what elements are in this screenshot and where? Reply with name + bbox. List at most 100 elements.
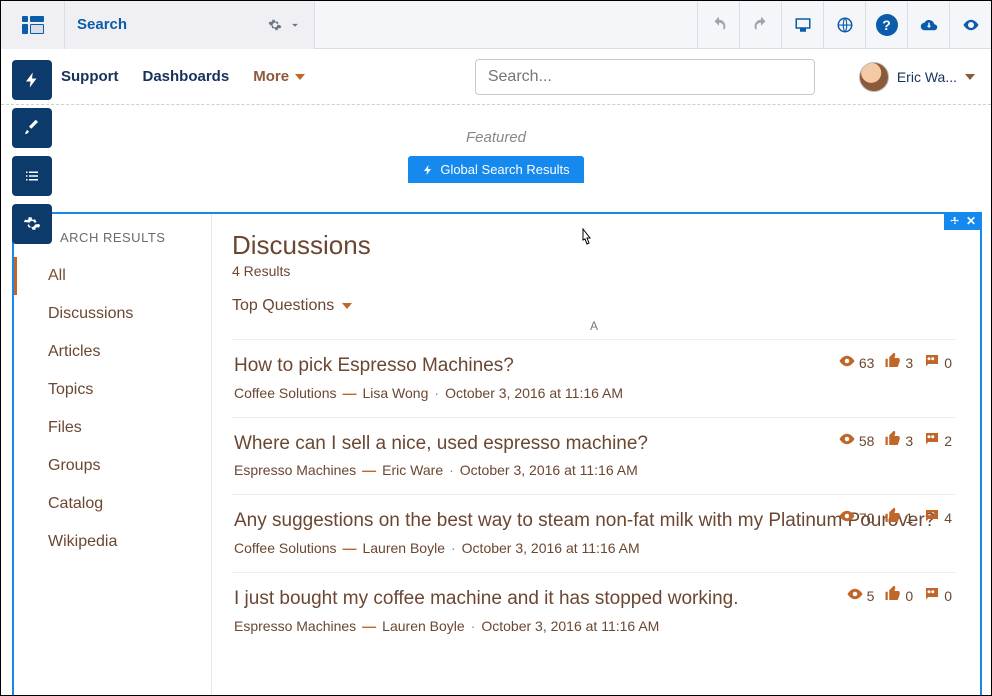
sidebar-item[interactable]: Groups [14, 447, 211, 485]
comments-stat: 2 [923, 430, 952, 452]
eye-icon [838, 352, 856, 374]
move-icon [950, 216, 960, 226]
result-stats: 500 [846, 585, 952, 607]
comments-icon [923, 430, 941, 452]
rail-lightning-button[interactable] [12, 60, 52, 100]
close-icon[interactable]: ✕ [966, 214, 976, 228]
rail-settings-button[interactable] [12, 204, 52, 244]
comments-stat: 0 [923, 352, 952, 374]
sidebar-item[interactable]: Discussions [14, 295, 211, 333]
result-meta: Espresso Machines—Eric Ware·October 3, 2… [234, 462, 950, 478]
nav-more-label: More [253, 68, 289, 85]
avatar [859, 62, 889, 92]
views-stat: 58 [838, 430, 875, 452]
sidebar-item[interactable]: Files [14, 409, 211, 447]
undo-button[interactable] [697, 1, 739, 49]
result-author: Lauren Boyle [362, 540, 445, 556]
comments-icon [923, 352, 941, 374]
rail-list-button[interactable] [12, 156, 52, 196]
result-author: Eric Ware [382, 462, 443, 478]
views-stat: 5 [846, 585, 875, 607]
results-main: Discussions 4 Results Top Questions A 63… [212, 214, 980, 695]
thumbs-up-icon [884, 507, 902, 529]
brand-logo[interactable] [1, 1, 65, 49]
result-item[interactable]: 5832Where can I sell a nice, used espres… [232, 417, 956, 495]
eye-icon [846, 585, 864, 607]
result-meta: Coffee Solutions—Lauren Boyle·October 3,… [234, 540, 950, 556]
help-button[interactable]: ? [865, 1, 907, 49]
search-input[interactable] [475, 59, 815, 95]
caret-down-icon [342, 303, 352, 309]
comments-icon [923, 507, 941, 529]
page-select-label: Search [77, 16, 127, 33]
result-date: October 3, 2016 at 11:16 AM [481, 618, 659, 634]
alpha-heading: A [232, 319, 956, 333]
comments-icon [923, 585, 941, 607]
views-stat: 70 [838, 507, 875, 529]
result-stats: 58 32 [838, 430, 952, 452]
result-community: Coffee Solutions [234, 540, 336, 556]
sidebar-item[interactable]: Catalog [14, 485, 211, 523]
result-community: Espresso Machines [234, 618, 356, 634]
sidebar-item[interactable]: Topics [14, 371, 211, 409]
result-item[interactable]: 500I just bought my coffee machine and i… [232, 572, 956, 650]
result-author: Lisa Wong [362, 385, 428, 401]
comments-stat: 4 [923, 507, 952, 529]
nav-item-support[interactable]: Support [61, 68, 119, 85]
caret-down-icon[interactable] [288, 18, 302, 32]
redo-button[interactable] [739, 1, 781, 49]
panel-handle[interactable]: ✕ [944, 212, 982, 230]
result-date: October 3, 2016 at 11:16 AM [460, 462, 638, 478]
result-community: Coffee Solutions [234, 385, 336, 401]
likes-stat: 1 [884, 507, 913, 529]
desktop-button[interactable] [781, 1, 823, 49]
caret-down-icon [965, 74, 975, 80]
result-date: October 3, 2016 at 11:16 AM [445, 385, 623, 401]
sidebar-item[interactable]: Wikipedia [14, 523, 211, 561]
sidebar-list: AllDiscussionsArticlesTopicsFilesGroupsC… [14, 257, 211, 561]
caret-down-icon [295, 74, 305, 80]
globe-button[interactable] [823, 1, 865, 49]
result-community: Espresso Machines [234, 462, 356, 478]
sidebar-item[interactable]: Articles [14, 333, 211, 371]
result-date: October 3, 2016 at 11:16 AM [462, 540, 640, 556]
nav-item-dashboards[interactable]: Dashboards [143, 68, 230, 85]
sort-label: Top Questions [232, 297, 334, 315]
results-sidebar: ARCH RESULTS AllDiscussionsArticlesTopic… [14, 214, 212, 695]
component-tab-label: Global Search Results [440, 162, 569, 177]
sort-dropdown[interactable]: Top Questions [232, 297, 956, 315]
component-tab[interactable]: Global Search Results [408, 156, 583, 183]
likes-stat: 3 [884, 352, 913, 374]
result-stats: 70 14 [838, 507, 952, 529]
result-item[interactable]: 6330How to pick Espresso Machines?Coffee… [232, 339, 956, 417]
layout-icon [22, 16, 44, 34]
result-meta: Coffee Solutions—Lisa Wong·October 3, 20… [234, 385, 950, 401]
user-name: Eric Wa... [897, 69, 957, 85]
top-bar: Search ? [1, 1, 991, 49]
eye-icon [838, 430, 856, 452]
gear-icon[interactable] [268, 18, 282, 32]
preview-button[interactable] [949, 1, 991, 49]
nav-bar: Support Dashboards More Eric Wa... [1, 49, 991, 105]
help-icon: ? [876, 14, 898, 36]
cloud-upload-button[interactable] [907, 1, 949, 49]
results-count: 4 Results [232, 263, 956, 279]
results-title: Discussions [232, 230, 956, 261]
rail-brush-button[interactable] [12, 108, 52, 148]
lightning-icon [422, 164, 434, 176]
likes-stat: 0 [884, 585, 913, 607]
results-panel: ✕ ARCH RESULTS AllDiscussionsArticlesTop… [12, 212, 982, 695]
nav-item-more[interactable]: More [253, 68, 305, 85]
likes-stat: 3 [884, 430, 913, 452]
builder-rail [12, 60, 52, 244]
result-author: Lauren Boyle [382, 618, 465, 634]
page-select-dropdown[interactable]: Search [65, 1, 315, 49]
sidebar-item[interactable]: All [14, 257, 211, 295]
result-item[interactable]: 7014Any suggestions on the best way to s… [232, 494, 956, 572]
thumbs-up-icon [884, 430, 902, 452]
result-meta: Espresso Machines—Lauren Boyle·October 3… [234, 618, 950, 634]
result-title: I just bought my coffee machine and it h… [234, 587, 950, 612]
results-list: 6330How to pick Espresso Machines?Coffee… [232, 339, 956, 650]
views-stat: 63 [838, 352, 875, 374]
user-menu[interactable]: Eric Wa... [859, 62, 975, 92]
